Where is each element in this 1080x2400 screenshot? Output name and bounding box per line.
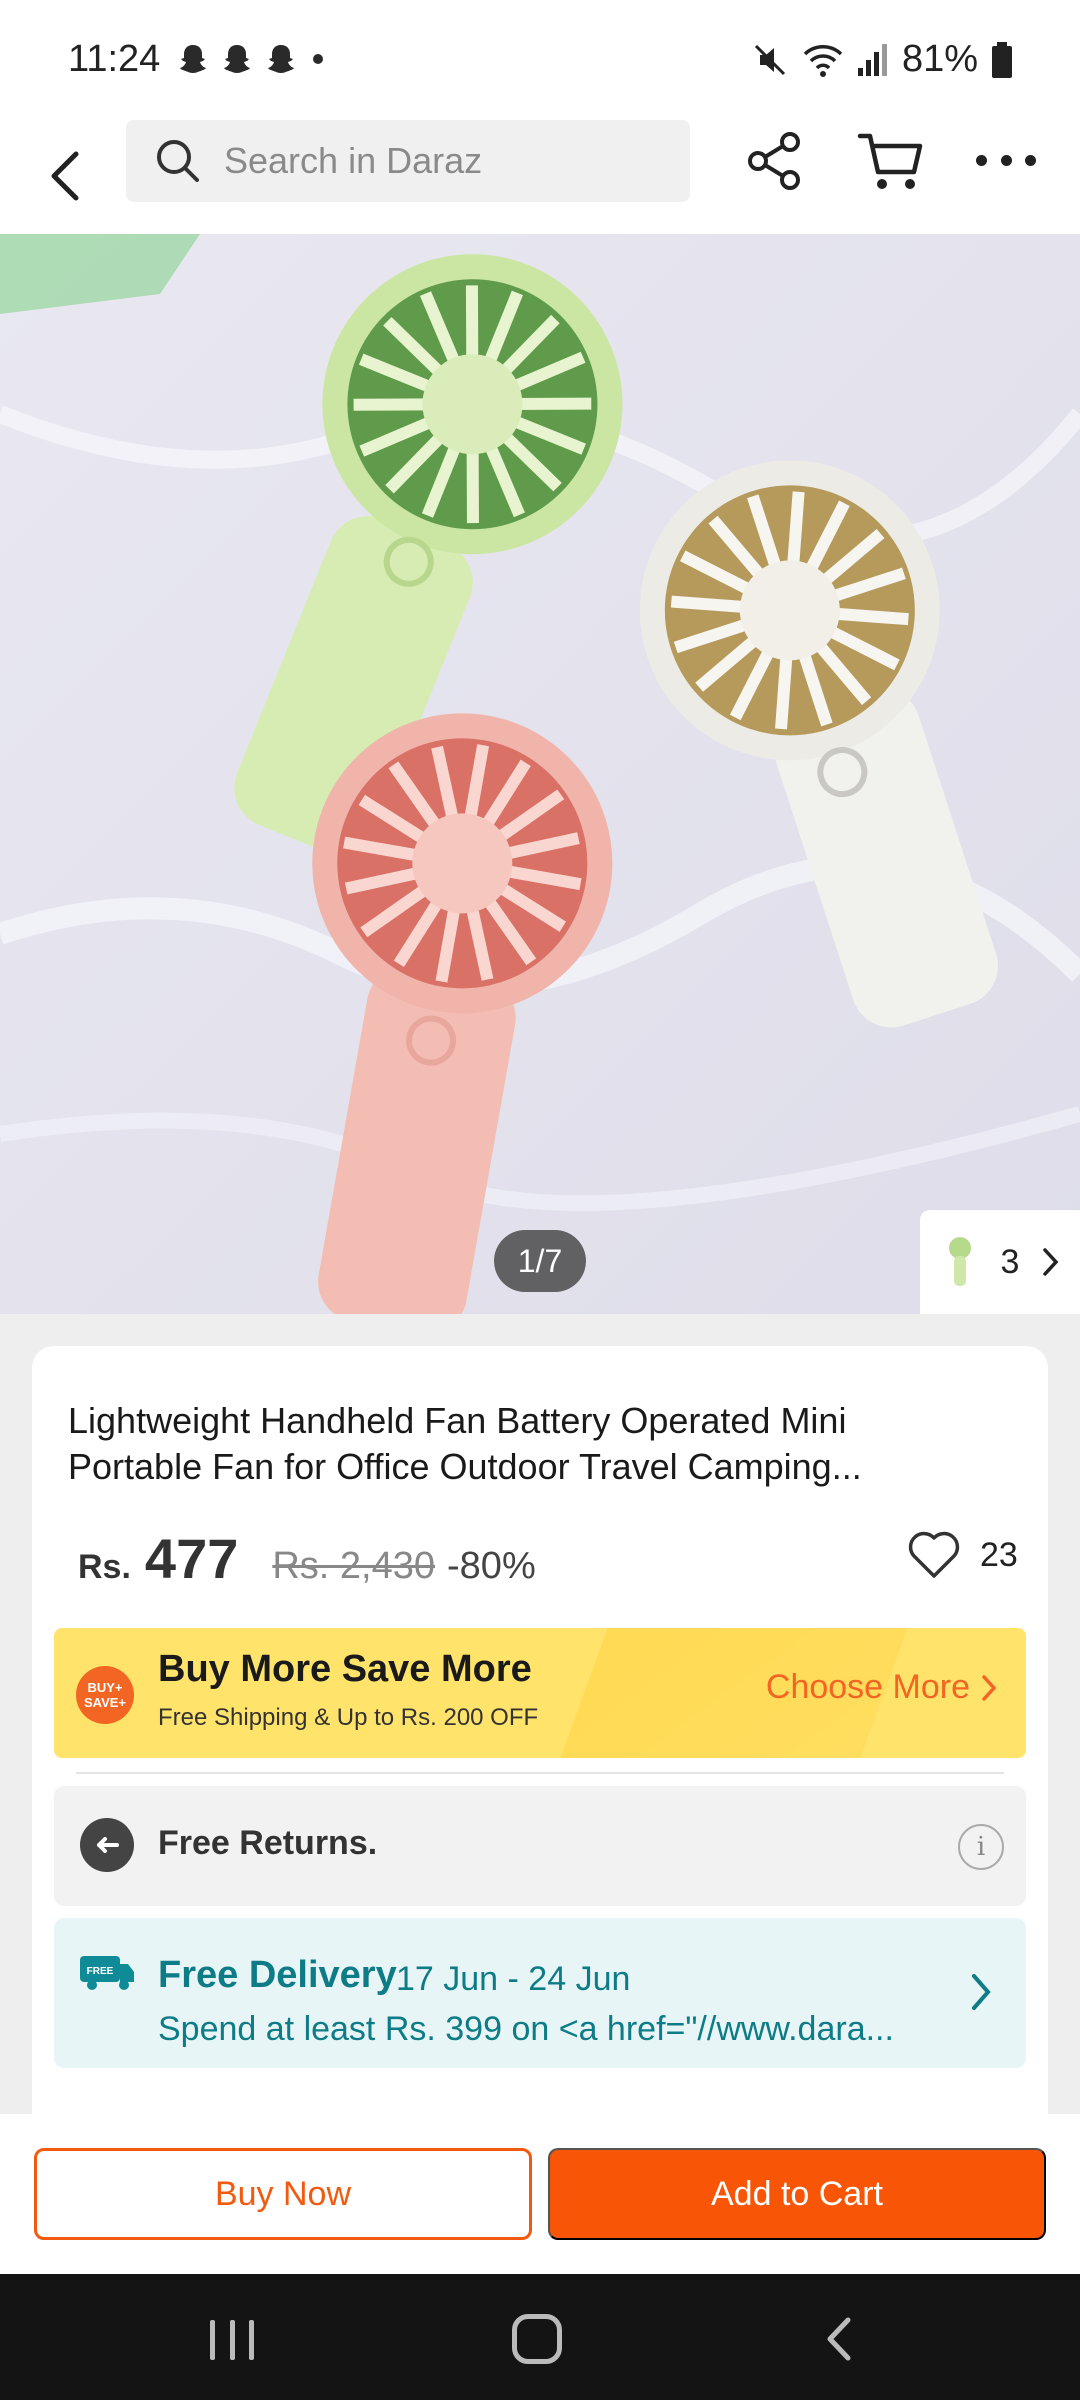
recents-bar: [249, 2320, 254, 2360]
top-bar: [0, 120, 1080, 234]
recent-apps-button[interactable]: [210, 2320, 254, 2360]
status-time: 11:24: [68, 38, 161, 80]
wishlist-count: 23: [980, 1535, 1018, 1574]
promo-banner[interactable]: BUY+ SAVE+ Buy More Save More Free Shipp…: [54, 1628, 1026, 1758]
recents-bar: [210, 2320, 215, 2360]
snapchat-icon: [180, 45, 206, 73]
home-button[interactable]: [512, 2314, 562, 2364]
price-row: Rs. 477 Rs. 2,430 -80%: [78, 1526, 536, 1596]
wifi-icon: [803, 44, 843, 77]
more-dot: [1025, 154, 1036, 166]
badge-line-2: SAVE+: [83, 1695, 127, 1710]
search-input[interactable]: [224, 140, 664, 182]
variant-selector[interactable]: 3: [920, 1210, 1080, 1314]
free-badge-text: FREE: [87, 1966, 114, 1977]
status-right: 81%: [750, 38, 1014, 81]
buy-save-badge: BUY+ SAVE+: [76, 1666, 134, 1724]
choose-more-link[interactable]: Choose More: [766, 1668, 998, 1707]
choose-more-label: Choose More: [765, 1668, 970, 1706]
variant-count: 3: [1000, 1242, 1020, 1281]
promo-title: Buy More Save More: [158, 1648, 532, 1690]
notification-icons: [176, 42, 328, 76]
discount-percent: -80%: [447, 1545, 536, 1587]
info-icon[interactable]: i: [958, 1824, 1004, 1870]
image-counter: 1/7: [494, 1230, 586, 1292]
product-photo: [0, 234, 1080, 1314]
share-icon: [748, 132, 800, 190]
delivery-dates: 17 Jun - 24 Jun: [396, 1960, 631, 1998]
wishlist-button[interactable]: 23: [906, 1530, 1018, 1580]
dot-icon: [313, 54, 323, 64]
product-title: Lightweight Handheld Fan Battery Operate…: [68, 1400, 862, 1487]
share-button[interactable]: [744, 130, 806, 192]
battery-percent: 81%: [901, 38, 978, 80]
delivery-truck-icon: FREE: [80, 1956, 134, 1990]
buy-now-button[interactable]: Buy Now: [34, 2148, 532, 2240]
chevron-right-icon: [982, 1674, 997, 1701]
search-icon: [154, 137, 202, 185]
cart-button[interactable]: [856, 128, 926, 194]
chevron-right-icon: [1043, 1248, 1059, 1276]
status-bar: 11:24 81%: [0, 0, 1080, 120]
promo-subtitle: Free Shipping & Up to Rs. 200 OFF: [158, 1704, 539, 1731]
recents-bar: [229, 2320, 235, 2360]
return-icon: [80, 1818, 134, 1872]
chevron-right-icon: [972, 1974, 991, 2010]
delivery-subtitle: Spend at least Rs. 399 on <a href="//www…: [158, 2010, 894, 2048]
product-image-carousel[interactable]: [0, 234, 1080, 1314]
heart-icon: [908, 1531, 960, 1578]
battery-icon: [992, 41, 1012, 78]
price-value: 477: [144, 1527, 239, 1590]
more-dot: [976, 154, 987, 166]
signal-icon: [857, 43, 887, 76]
back-button[interactable]: [40, 136, 90, 216]
free-delivery-row[interactable]: FREE Free Delivery 17 Jun - 24 Jun Spend…: [54, 1918, 1026, 2068]
search-box[interactable]: [126, 120, 690, 202]
back-arrow-icon: [51, 151, 79, 201]
mute-icon: [754, 44, 785, 75]
price-currency: Rs.: [78, 1548, 131, 1586]
section-divider: [76, 1772, 1004, 1774]
add-to-cart-button[interactable]: Add to Cart: [548, 2148, 1046, 2240]
free-returns-row[interactable]: Free Returns. i: [54, 1786, 1026, 1906]
cart-icon: [857, 133, 923, 189]
snapchat-icon: [224, 45, 250, 73]
more-options-button[interactable]: [976, 142, 1036, 178]
system-back-button[interactable]: [824, 2316, 854, 2362]
system-navigation-bar: [0, 2274, 1080, 2400]
bottom-action-bar: Buy Now Add to Cart: [0, 2114, 1080, 2274]
badge-line-1: BUY+: [87, 1680, 123, 1695]
free-delivery-title: Free Delivery: [158, 1954, 397, 1996]
snapchat-icon: [268, 45, 294, 73]
more-dot: [1000, 154, 1012, 166]
variant-thumbnail: [949, 1237, 972, 1286]
original-price: Rs. 2,430: [272, 1545, 436, 1587]
free-returns-label: Free Returns.: [158, 1824, 378, 1862]
